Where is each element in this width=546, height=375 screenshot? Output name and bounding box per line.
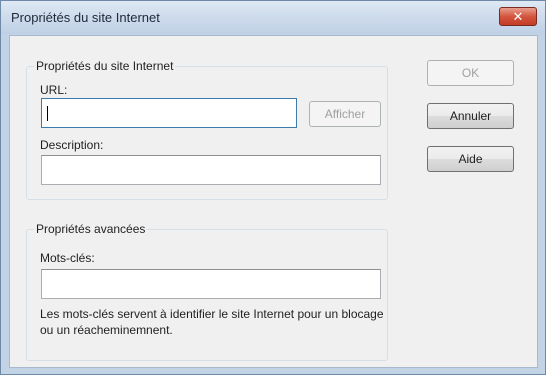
keywords-input[interactable] bbox=[41, 269, 381, 299]
window-title: Propriétés du site Internet bbox=[11, 10, 160, 25]
cancel-button[interactable]: Annuler bbox=[427, 103, 514, 129]
site-properties-group: Propriétés du site Internet URL: Affiche… bbox=[26, 59, 388, 200]
title-bar[interactable]: Propriétés du site Internet ✕ bbox=[1, 1, 545, 34]
dialog-client-area: Propriétés du site Internet URL: Affiche… bbox=[9, 35, 538, 368]
description-label: Description: bbox=[40, 138, 104, 152]
show-button[interactable]: Afficher bbox=[309, 101, 381, 127]
close-button[interactable]: ✕ bbox=[499, 7, 537, 26]
advanced-properties-legend: Propriétés avancées bbox=[34, 222, 148, 236]
help-button[interactable]: Aide bbox=[427, 146, 514, 172]
description-input[interactable] bbox=[41, 155, 381, 185]
url-label: URL: bbox=[40, 83, 68, 97]
keywords-help-text: Les mots-clés servent à identifier le si… bbox=[40, 307, 384, 337]
keywords-label: Mots-clés: bbox=[40, 251, 95, 265]
ok-button[interactable]: OK bbox=[427, 60, 514, 86]
text-caret bbox=[47, 106, 48, 121]
url-input[interactable] bbox=[41, 98, 297, 128]
site-properties-legend: Propriétés du site Internet bbox=[34, 59, 176, 73]
advanced-properties-group: Propriétés avancées Mots-clés: Les mots-… bbox=[26, 222, 388, 361]
close-icon: ✕ bbox=[512, 9, 524, 24]
dialog-window: Propriétés du site Internet ✕ Propriétés… bbox=[0, 0, 546, 375]
